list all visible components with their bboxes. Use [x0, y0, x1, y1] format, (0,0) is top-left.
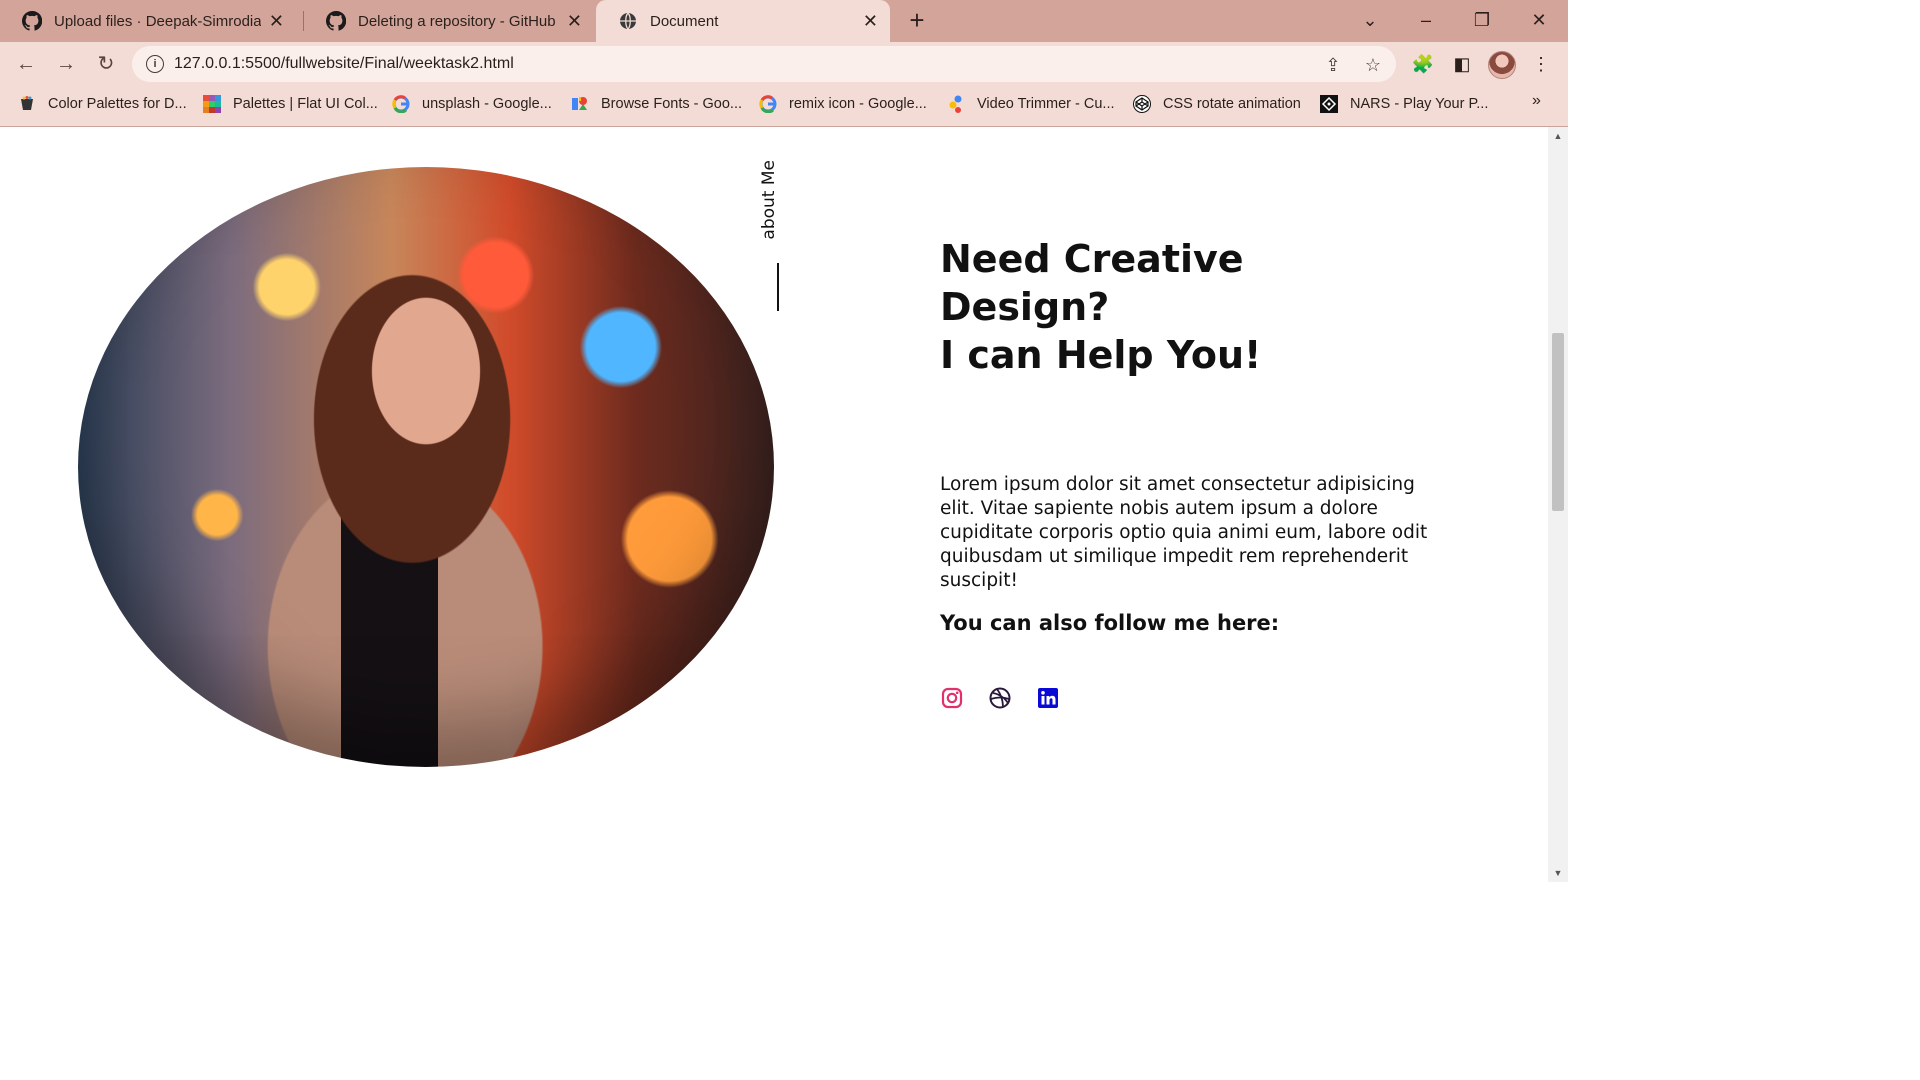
extensions-puzzle-icon[interactable]: 🧩 [1410, 51, 1436, 77]
profile-avatar[interactable] [1488, 51, 1516, 79]
google-icon [392, 95, 410, 113]
about-me-label: about Me [759, 160, 784, 313]
headline-line: I can Help You! [940, 333, 1262, 377]
address-bar[interactable]: i 127.0.0.1:5500/fullwebsite/Final/weekt… [132, 46, 1396, 82]
tab-title: Deleting a repository - GitHub D [358, 12, 559, 30]
page-scrollbar[interactable]: ▲ ▼ [1548, 127, 1568, 882]
headline-line: Design? [940, 285, 1110, 329]
bookmark-label: remix icon - Google... [789, 96, 927, 112]
bio-paragraph: Lorem ipsum dolor sit amet consectetur a… [940, 474, 1428, 591]
about-me-text: about Me [759, 160, 779, 240]
bookmark-nars[interactable]: NARS - Play Your P... [1320, 86, 1488, 122]
globe-icon [620, 12, 636, 30]
bookmark-color-palettes[interactable]: Color Palettes for D... [18, 86, 187, 122]
nars-icon [1320, 95, 1338, 113]
bookmark-star-icon[interactable]: ☆ [1362, 54, 1384, 76]
bookmark-label: Color Palettes for D... [48, 96, 187, 112]
page-viewport: about Me Need Creative Design? I can Hel… [0, 127, 1548, 882]
close-icon[interactable]: ✕ [269, 11, 284, 32]
bookmark-flat-ui[interactable]: Palettes | Flat UI Col... [203, 86, 378, 122]
page-headline: Need Creative Design? I can Help You! [940, 235, 1360, 379]
codepen-icon [1133, 95, 1151, 113]
github-icon [22, 11, 42, 31]
new-tab-button[interactable]: + [902, 5, 932, 35]
profile-photo [78, 167, 774, 767]
scroll-down-arrow-icon[interactable]: ▼ [1553, 868, 1563, 878]
bookmark-video-trimmer[interactable]: Video Trimmer - Cu... [947, 86, 1115, 122]
instagram-icon[interactable] [940, 686, 964, 710]
tab-title: Document [650, 12, 719, 30]
menu-kebab-icon[interactable]: ⋮ [1528, 51, 1554, 77]
bookmark-label: unsplash - Google... [422, 96, 552, 112]
tab-title: Upload files · Deepak-Simrodia/w [54, 12, 261, 30]
tab-document[interactable]: Document ✕ [596, 0, 890, 42]
more-bookmarks-icon[interactable]: » [1532, 92, 1541, 110]
bookmarks-bar: Color Palettes for D... Palettes | Flat … [0, 86, 1568, 127]
bookmark-label: CSS rotate animation [1163, 96, 1301, 112]
reload-icon[interactable]: ↻ [92, 50, 120, 78]
scroll-thumb[interactable] [1552, 333, 1564, 511]
tab-search-chevron-icon[interactable]: ⌄ [1352, 6, 1388, 34]
google-fonts-icon [572, 97, 587, 110]
browser-toolbar: ← → ↻ i 127.0.0.1:5500/fullwebsite/Final… [0, 42, 1568, 86]
close-icon[interactable]: ✕ [863, 11, 878, 32]
google-icon [759, 95, 777, 113]
bookmark-css-rotate[interactable]: CSS rotate animation [1133, 86, 1301, 122]
bookmark-unsplash[interactable]: unsplash - Google... [392, 86, 552, 122]
linkedin-icon[interactable] [1036, 686, 1060, 710]
tab-deleting-repository[interactable]: Deleting a repository - GitHub D ✕ [304, 0, 594, 42]
bookmark-browse-fonts[interactable]: Browse Fonts - Goo... [571, 86, 742, 122]
follow-heading: You can also follow me here: [940, 611, 1280, 635]
video-trimmer-icon [949, 95, 962, 113]
headline-line: Need Creative [940, 237, 1244, 281]
close-icon[interactable]: ✕ [567, 11, 582, 32]
back-arrow-icon[interactable]: ← [12, 50, 40, 78]
bookmark-label: NARS - Play Your P... [1350, 96, 1489, 112]
palette-cup-icon [21, 96, 33, 110]
minimize-icon[interactable]: – [1408, 6, 1444, 34]
forward-arrow-icon[interactable]: → [52, 50, 80, 78]
tab-strip: Upload files · Deepak-Simrodia/w ✕ Delet… [0, 0, 1568, 42]
bookmark-remix-icon[interactable]: remix icon - Google... [759, 86, 927, 122]
share-icon[interactable]: ⇪ [1322, 54, 1344, 76]
url-text[interactable]: 127.0.0.1:5500/fullwebsite/Final/weektas… [174, 46, 514, 82]
restore-icon[interactable]: ❐ [1464, 6, 1500, 34]
github-icon [326, 11, 346, 31]
scroll-up-arrow-icon[interactable]: ▲ [1553, 131, 1563, 141]
bookmark-label: Palettes | Flat UI Col... [233, 96, 378, 112]
side-panel-icon[interactable]: ◧ [1449, 51, 1475, 77]
dribbble-icon[interactable] [988, 686, 1012, 710]
tab-upload-files[interactable]: Upload files · Deepak-Simrodia/w ✕ [0, 0, 296, 42]
flat-ui-icon [203, 95, 221, 113]
close-window-icon[interactable]: ✕ [1521, 6, 1557, 34]
site-info-icon[interactable]: i [146, 55, 164, 73]
bookmark-label: Browse Fonts - Goo... [601, 96, 743, 112]
bookmark-label: Video Trimmer - Cu... [977, 96, 1115, 112]
about-me-line [777, 263, 779, 311]
